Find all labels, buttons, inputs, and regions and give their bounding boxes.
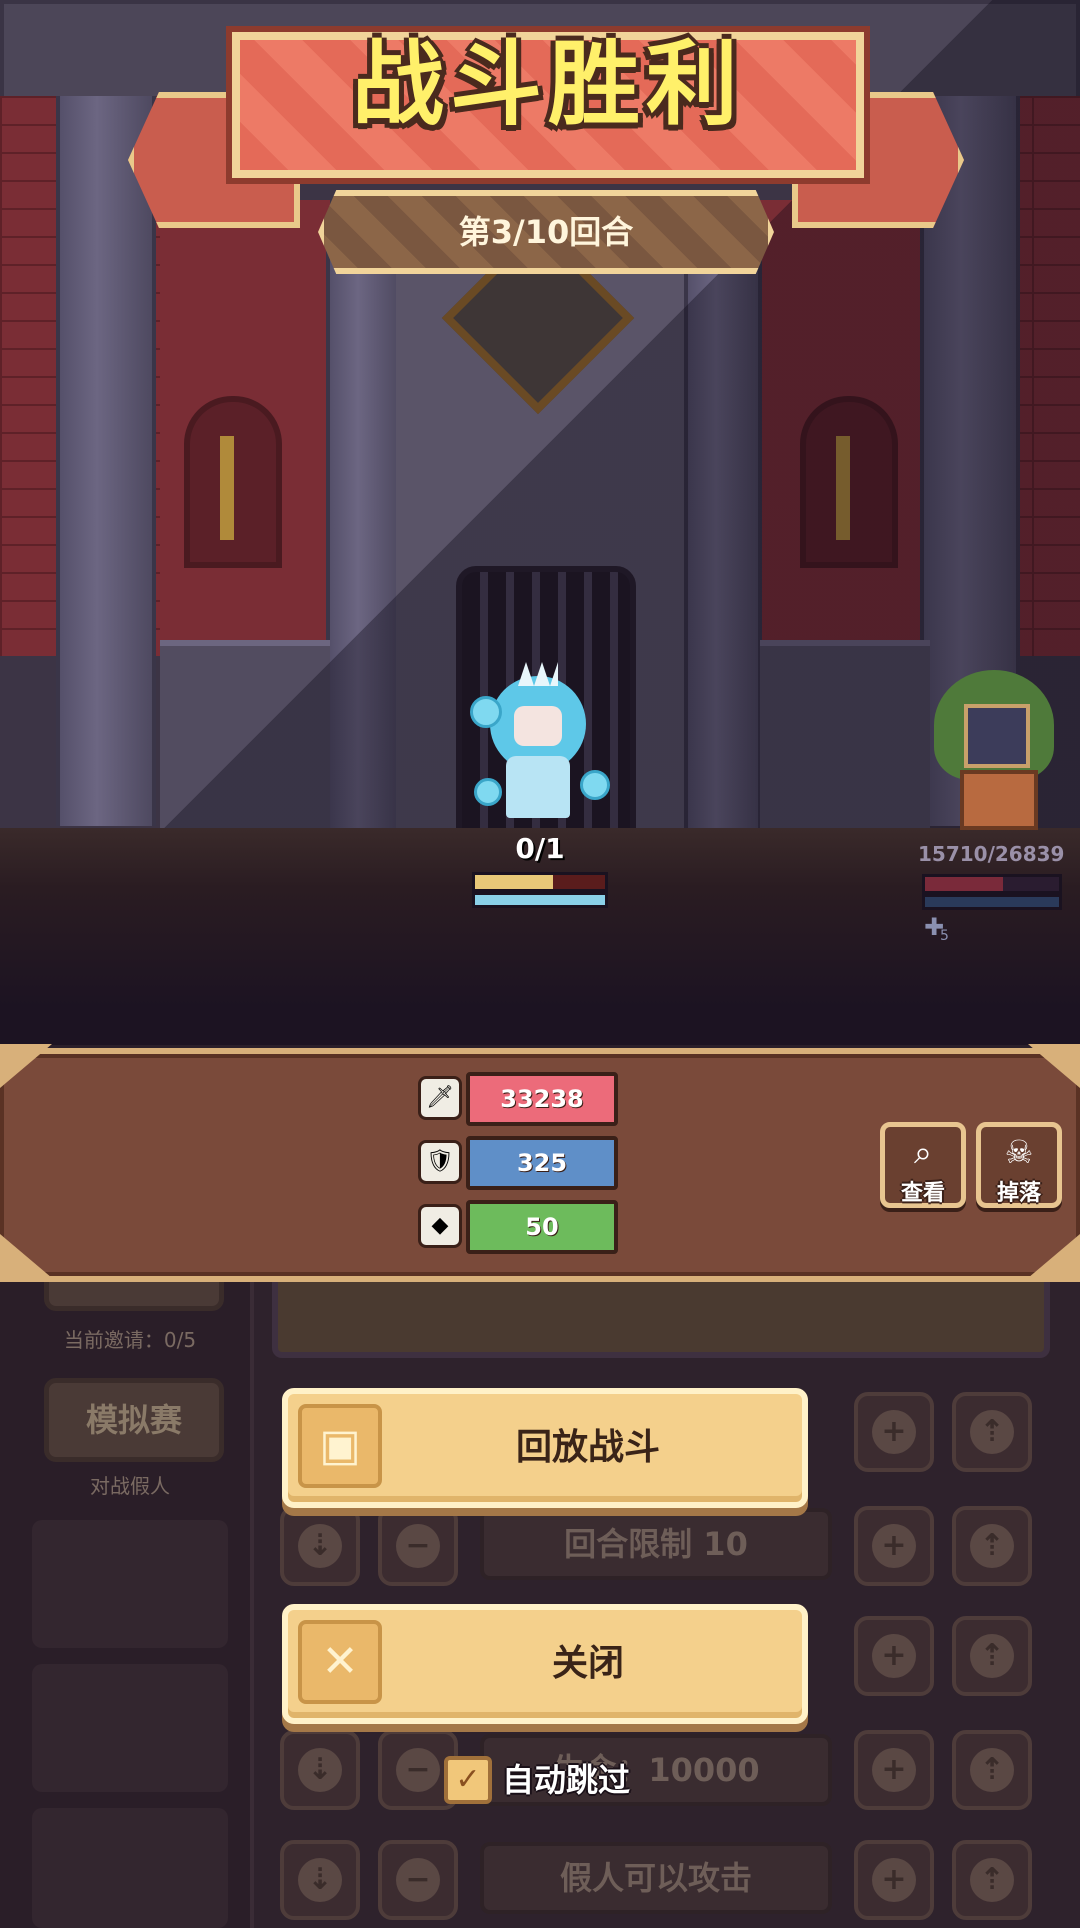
inner-right-pillar bbox=[684, 230, 762, 830]
defense-value: 325 bbox=[466, 1136, 618, 1190]
plus-icon: + bbox=[872, 1524, 916, 1568]
plus-icon: + bbox=[872, 1748, 916, 1792]
increase-button[interactable]: + bbox=[854, 1506, 934, 1586]
attack-sword-icon: 🗡 bbox=[418, 1076, 462, 1120]
auto-skip-checkbox[interactable]: ✓ bbox=[444, 1756, 492, 1804]
checkmark-icon: ✓ bbox=[455, 1762, 481, 1797]
max-button[interactable]: ⇡ bbox=[952, 1616, 1032, 1696]
invite-count: 当前邀请：0/5 bbox=[63, 1328, 197, 1352]
buff-count: 5 bbox=[940, 928, 949, 944]
replay-battle-button[interactable]: ▣ 回放战斗 bbox=[282, 1388, 808, 1508]
max-button[interactable]: ⇡ bbox=[952, 1506, 1032, 1586]
empty-slot bbox=[32, 1520, 228, 1648]
replay-battle-label: 回放战斗 bbox=[515, 1427, 660, 1468]
arrow-up-icon: ⇡ bbox=[970, 1748, 1014, 1792]
hero-counter: 0/1 bbox=[515, 832, 565, 865]
minus-icon: − bbox=[396, 1524, 440, 1568]
drops-label: 掉落 bbox=[996, 1181, 1041, 1206]
attack-value: 33238 bbox=[466, 1072, 618, 1126]
sim-match-button[interactable]: 模拟赛 bbox=[44, 1378, 224, 1462]
close-button[interactable]: ✕ 关闭 bbox=[282, 1604, 808, 1724]
hero-mana-bar bbox=[472, 892, 608, 908]
hero-hp-bar bbox=[472, 872, 608, 892]
left-ledge bbox=[160, 640, 330, 832]
ice-orb-icon bbox=[474, 778, 502, 806]
min-button[interactable]: ⇣ bbox=[280, 1730, 360, 1810]
enemy-hp-text: 15710/26839 bbox=[918, 842, 1065, 866]
decrease-button[interactable]: − bbox=[378, 1840, 458, 1920]
arrow-up-icon: ⇡ bbox=[970, 1524, 1014, 1568]
decrease-button[interactable]: − bbox=[378, 1506, 458, 1586]
ice-orb-icon bbox=[470, 696, 502, 728]
increase-button[interactable]: + bbox=[854, 1616, 934, 1696]
magnifier-icon: ⌕ bbox=[914, 1133, 932, 1171]
arrow-down-icon: ⇣ bbox=[298, 1858, 342, 1902]
enemy-hp-bar bbox=[922, 874, 1062, 894]
minus-icon: − bbox=[396, 1858, 440, 1902]
ice-mage-character[interactable] bbox=[470, 660, 610, 820]
ice-orb-icon bbox=[580, 770, 610, 800]
hero-face bbox=[514, 706, 562, 746]
auto-skip-label[interactable]: 自动跳过 bbox=[502, 1756, 630, 1804]
team-preview-strip bbox=[272, 1270, 1050, 1358]
arrow-down-icon: ⇣ bbox=[298, 1748, 342, 1792]
right-sword-icon bbox=[836, 436, 850, 540]
close-icon: ✕ bbox=[298, 1620, 382, 1704]
max-button[interactable]: ⇡ bbox=[952, 1730, 1032, 1810]
close-label: 关闭 bbox=[551, 1643, 624, 1684]
hero-hp-fill bbox=[475, 875, 553, 889]
drops-button[interactable]: ☠ 掉落 bbox=[976, 1122, 1062, 1208]
increase-button[interactable]: + bbox=[854, 1840, 934, 1920]
dummy-attack-field[interactable]: 假人可以攻击 bbox=[480, 1842, 832, 1914]
speed-gem-icon: ◆ bbox=[418, 1204, 462, 1248]
right-ledge bbox=[760, 640, 930, 832]
defense-shield-icon: 🛡 bbox=[418, 1140, 462, 1184]
plus-icon: + bbox=[872, 1410, 916, 1454]
vs-dummy-label: 对战假人 bbox=[90, 1474, 170, 1498]
round-indicator: 第3/10回合 bbox=[458, 213, 634, 251]
increase-button[interactable]: + bbox=[854, 1392, 934, 1472]
arrow-down-icon: ⇣ bbox=[298, 1524, 342, 1568]
max-button[interactable]: ⇡ bbox=[952, 1840, 1032, 1920]
plus-icon: + bbox=[872, 1858, 916, 1902]
max-button[interactable]: ⇡ bbox=[952, 1392, 1032, 1472]
skull-icon: ☠ bbox=[1004, 1133, 1034, 1171]
minus-icon: − bbox=[396, 1748, 440, 1792]
view-label: 查看 bbox=[900, 1181, 945, 1206]
plus-icon: + bbox=[872, 1634, 916, 1678]
min-button[interactable]: ⇣ bbox=[280, 1506, 360, 1586]
left-pillar bbox=[56, 96, 156, 826]
arrow-up-icon: ⇡ bbox=[970, 1858, 1014, 1902]
increase-button[interactable]: + bbox=[854, 1730, 934, 1810]
crown-icon bbox=[518, 662, 558, 686]
empty-slot bbox=[32, 1664, 228, 1792]
enemy-mana-bar bbox=[922, 894, 1062, 910]
view-button[interactable]: ⌕ 查看 bbox=[880, 1122, 966, 1208]
arrow-up-icon: ⇡ bbox=[970, 1410, 1014, 1454]
dummy-stand bbox=[960, 770, 1038, 830]
left-sword-icon bbox=[220, 436, 234, 540]
empty-slot bbox=[32, 1808, 228, 1928]
enemy-hp-fill bbox=[925, 877, 1004, 891]
dummy-frame bbox=[964, 704, 1030, 768]
training-dummy-enemy[interactable] bbox=[934, 670, 1054, 830]
min-button[interactable]: ⇣ bbox=[280, 1840, 360, 1920]
victory-title: 战斗胜利 bbox=[351, 31, 744, 138]
round-limit-field[interactable]: 回合限制 10 bbox=[480, 1508, 832, 1580]
hero-robe bbox=[506, 756, 570, 818]
speed-value: 50 bbox=[466, 1200, 618, 1254]
arrow-up-icon: ⇡ bbox=[970, 1634, 1014, 1678]
inner-left-pillar bbox=[326, 230, 404, 830]
camera-icon: ▣ bbox=[298, 1404, 382, 1488]
